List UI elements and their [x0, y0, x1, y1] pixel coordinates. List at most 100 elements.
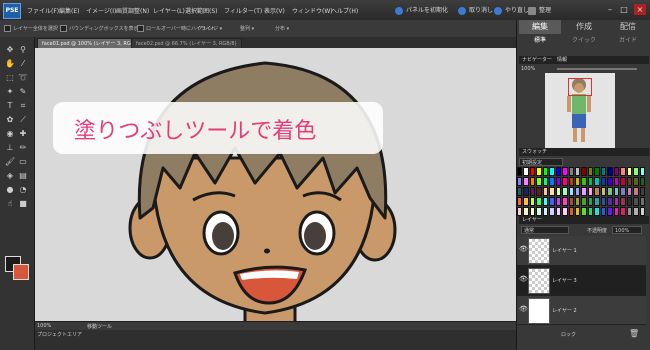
color-swatch[interactable] [549, 187, 555, 196]
color-swatch[interactable] [633, 177, 639, 186]
color-swatch[interactable] [575, 187, 581, 196]
color-swatch[interactable] [594, 207, 600, 216]
color-swatch[interactable] [581, 167, 587, 176]
color-swatch[interactable] [568, 197, 575, 206]
color-swatch[interactable] [600, 187, 607, 196]
color-swatch[interactable] [575, 207, 581, 216]
color-swatch[interactable] [536, 177, 542, 186]
subtab-guided[interactable]: ガイド [607, 36, 649, 46]
color-swatch[interactable] [568, 187, 575, 196]
color-swatch[interactable] [594, 197, 600, 206]
color-swatch[interactable] [536, 167, 542, 176]
menu-select[interactable]: 選択範囲(S) [185, 6, 218, 15]
color-swatch[interactable] [568, 167, 575, 176]
color-swatch[interactable] [613, 167, 620, 176]
color-swatch[interactable] [568, 177, 575, 186]
color-swatch[interactable] [613, 177, 620, 186]
color-swatch[interactable] [555, 177, 562, 186]
color-swatch[interactable] [639, 167, 645, 176]
redo-button[interactable]: やり直し [494, 5, 529, 15]
crop-tool-icon[interactable]: ⌗ [18, 101, 28, 111]
project-bin-label[interactable]: プロジェクトエリア [37, 331, 82, 338]
menu-image[interactable]: イメージ(I) [86, 6, 116, 15]
canvas[interactable] [35, 48, 516, 321]
color-swatch[interactable] [529, 177, 536, 186]
menu-help[interactable]: ヘルプ(H) [331, 6, 358, 15]
color-swatch[interactable] [529, 197, 536, 206]
color-swatch[interactable] [594, 167, 600, 176]
cookie-cutter-tool-icon[interactable]: ✿ [5, 115, 15, 125]
clone-stamp-tool-icon[interactable]: ⊥ [5, 143, 15, 153]
opacity-input[interactable]: 100% [612, 226, 642, 234]
eye-icon[interactable]: 👁 [519, 305, 528, 313]
gradient-tool-icon[interactable]: ▤ [18, 171, 28, 181]
color-swatch[interactable] [607, 197, 613, 206]
color-swatch[interactable] [575, 167, 581, 176]
color-swatch[interactable] [587, 167, 594, 176]
color-swatch[interactable] [626, 167, 633, 176]
type-tool-icon[interactable]: T [5, 101, 15, 111]
tab-share[interactable]: 配信 [607, 20, 649, 34]
straighten-tool-icon[interactable]: ⟋ [18, 115, 28, 125]
color-swatch[interactable] [536, 187, 542, 196]
paint-bucket-tool-icon[interactable]: ◈ [5, 171, 15, 181]
color-swatch[interactable] [633, 167, 639, 176]
color-swatch[interactable] [600, 167, 607, 176]
tab-create[interactable]: 作成 [563, 20, 605, 34]
layer-row[interactable]: 👁 レイヤー 2 [517, 296, 646, 325]
magic-wand-tool-icon[interactable]: ✦ [5, 87, 15, 97]
color-swatch[interactable] [620, 197, 626, 206]
bounding-box-option[interactable]: バウンディングボックスを表示 [60, 25, 139, 32]
marquee-tool-icon[interactable]: ⬚ [5, 73, 15, 83]
color-swatch[interactable] [529, 167, 536, 176]
arrange-dropdown[interactable]: アレンジ ▾ [198, 25, 222, 32]
color-swatch[interactable] [549, 197, 555, 206]
color-swatch[interactable] [620, 187, 626, 196]
color-swatch[interactable] [613, 197, 620, 206]
color-swatch[interactable] [529, 187, 536, 196]
color-swatch[interactable] [581, 207, 587, 216]
shape-tool-icon[interactable]: ■ [18, 199, 28, 209]
layers-header[interactable]: レイヤー [519, 216, 649, 224]
color-swatch[interactable] [555, 167, 562, 176]
navigator-zoom-slider[interactable] [557, 68, 637, 70]
color-swatch[interactable] [594, 177, 600, 186]
eyedropper-tool-icon[interactable]: ⁄ [18, 59, 28, 69]
layer-row[interactable]: 👁 レイヤー 1 [517, 236, 646, 266]
color-swatch[interactable] [607, 167, 613, 176]
color-swatch[interactable] [575, 177, 581, 186]
menu-view[interactable]: 表示(V) [264, 6, 285, 15]
color-swatch[interactable] [620, 177, 626, 186]
color-swatch[interactable] [523, 177, 529, 186]
color-swatch[interactable] [555, 187, 562, 196]
panel-reset-button[interactable]: パネルを初期化 [395, 5, 448, 15]
trash-icon[interactable]: 🗑 [629, 329, 639, 338]
color-swatch[interactable] [517, 167, 523, 176]
smudge-tool-icon[interactable]: ☝ [5, 199, 15, 209]
menu-edit[interactable]: 編集(E) [59, 6, 79, 15]
color-swatch[interactable] [581, 187, 587, 196]
pencil-tool-icon[interactable]: ✏ [18, 143, 28, 153]
color-swatch[interactable] [607, 177, 613, 186]
layer-row-selected[interactable]: 👁 レイヤー 3 [517, 266, 646, 296]
color-swatch[interactable] [555, 207, 562, 216]
select-layer-option[interactable]: レイヤー全体を選択 [4, 25, 58, 32]
color-swatch[interactable] [626, 207, 633, 216]
color-swatch[interactable] [517, 197, 523, 206]
color-swatch[interactable] [639, 177, 645, 186]
color-swatch[interactable] [523, 167, 529, 176]
color-swatch[interactable] [542, 197, 549, 206]
undo-button[interactable]: 取り消し [458, 5, 493, 15]
color-swatch[interactable] [568, 207, 575, 216]
color-swatch[interactable] [549, 177, 555, 186]
color-swatch[interactable] [639, 187, 645, 196]
menu-window[interactable]: ウィンドウ(W) [292, 6, 333, 15]
color-swatch[interactable] [517, 187, 523, 196]
color-swatch[interactable] [549, 207, 555, 216]
hand-tool-icon[interactable]: ✋ [5, 59, 15, 69]
tab-edit[interactable]: 編集 [519, 20, 561, 34]
distribute-dropdown[interactable]: 分布 ▾ [275, 25, 289, 32]
color-swatch[interactable] [562, 177, 568, 186]
brush-tool-icon[interactable]: 🖌 [5, 157, 15, 167]
color-swatch[interactable] [562, 197, 568, 206]
